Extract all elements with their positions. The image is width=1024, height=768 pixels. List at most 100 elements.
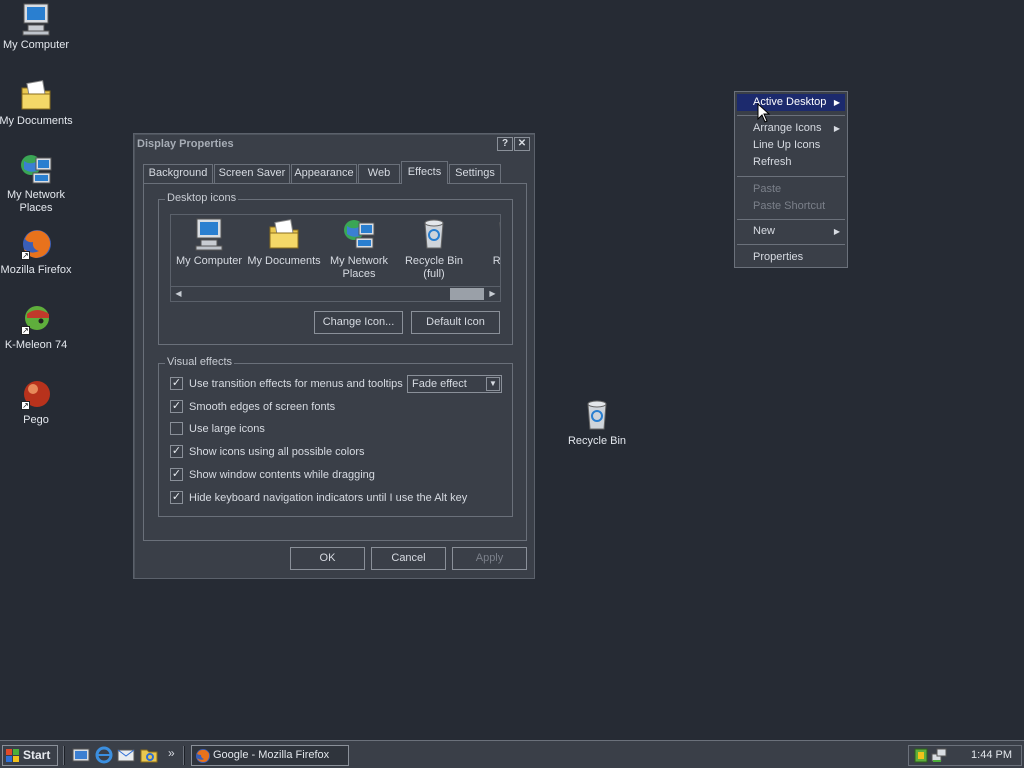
option-label: Use large icons	[189, 423, 265, 435]
shortcut-arrow-icon: ↗	[21, 251, 30, 260]
menu-item-arrange-icons[interactable]: Arrange Icons ▶	[737, 120, 845, 137]
menu-separator	[737, 219, 845, 220]
start-button[interactable]: Start	[2, 745, 58, 766]
scroll-right-icon[interactable]: ▶	[485, 287, 500, 301]
my-computer-icon	[19, 2, 53, 36]
desktop-icon-label: My Documents	[0, 115, 73, 127]
network-connection-icon[interactable]	[931, 748, 947, 763]
taskbar-button-firefox[interactable]: Google - Mozilla Firefox	[191, 745, 349, 766]
option-label: Smooth edges of screen fonts	[189, 401, 336, 413]
desktop-icon-recycle-bin[interactable]: Recycle Bin	[559, 398, 635, 448]
change-icon-button[interactable]: Change Icon...	[314, 311, 403, 334]
menu-item-label: Paste Shortcut	[753, 200, 826, 212]
menu-item-label: Paste	[753, 183, 782, 195]
submenu-arrow-icon: ▶	[833, 227, 840, 236]
menu-item-paste[interactable]: Paste	[737, 181, 845, 198]
apply-button[interactable]: Apply	[452, 547, 527, 570]
tab-settings[interactable]: Settings	[449, 164, 501, 183]
help-button[interactable]: ?	[497, 137, 513, 151]
list-item-label: My Network Places	[329, 255, 389, 280]
menu-item-label: Arrange Icons	[753, 122, 822, 134]
outlook-express-icon[interactable]	[117, 746, 135, 764]
list-item-label: Recycle Bin (full)	[404, 255, 464, 280]
task-label: Google - Mozilla Firefox	[213, 749, 330, 761]
checkbox-checked-icon[interactable]: ✓	[170, 400, 183, 413]
windows-explorer-icon[interactable]	[140, 746, 158, 764]
desktop-icons-list[interactable]: My Computer My Documents My Network Plac…	[170, 214, 501, 302]
visual-effects-group: Visual effects ✓ Use transition effects …	[158, 356, 513, 517]
k-meleon-icon: ↗	[19, 302, 53, 336]
desktop-icon-label: Pego	[23, 414, 49, 426]
list-item-my-network-places[interactable]: My Network Places	[321, 217, 397, 281]
desktop-icon-label: K-Meleon 74	[4, 339, 68, 351]
list-item-my-documents[interactable]: My Documents	[246, 217, 322, 268]
recycle-bin-full-icon	[417, 217, 451, 251]
desktop-icon-label: Recycle Bin	[567, 435, 627, 447]
checkbox-checked-icon[interactable]: ✓	[170, 468, 183, 481]
checkbox-checked-icon[interactable]: ✓	[170, 445, 183, 458]
tab-appearance[interactable]: Appearance	[291, 164, 357, 183]
submenu-arrow-icon: ▶	[833, 98, 840, 107]
desktop-icon-my-documents[interactable]: My Documents	[0, 78, 74, 128]
cancel-button[interactable]: Cancel	[371, 547, 446, 570]
menu-item-active-desktop[interactable]: Active Desktop ▶	[737, 94, 845, 111]
effects-tab-panel: Desktop icons My Computer My Documents M…	[143, 183, 527, 541]
chevron-down-icon[interactable]: ▼	[486, 377, 500, 391]
horizontal-scrollbar[interactable]: ◀ ▶	[171, 286, 500, 301]
my-documents-icon	[19, 78, 53, 112]
menu-item-new[interactable]: New ▶	[737, 223, 845, 240]
quick-launch-overflow-icon[interactable]: »	[168, 746, 175, 760]
checkbox-unchecked-icon[interactable]	[170, 422, 183, 435]
tray-app-icon[interactable]	[914, 748, 928, 763]
pego-icon: ↗	[19, 377, 53, 411]
ok-button[interactable]: OK	[290, 547, 365, 570]
menu-separator	[737, 244, 845, 245]
desktop-icon-my-network-places[interactable]: My Network Places	[0, 152, 74, 215]
recycle-bin-icon	[580, 398, 614, 432]
menu-item-line-up-icons[interactable]: Line Up Icons	[737, 137, 845, 154]
internet-explorer-icon[interactable]	[95, 746, 113, 764]
mouse-cursor-icon	[757, 103, 771, 123]
desktop-icon-label: My Network Places	[6, 189, 66, 214]
desktop-icon-my-computer[interactable]: My Computer	[0, 2, 74, 52]
list-item-recycle-bin-full[interactable]: Recycle Bin (full)	[396, 217, 472, 281]
tab-web[interactable]: Web	[358, 164, 400, 183]
scroll-thumb[interactable]	[450, 288, 484, 300]
close-button[interactable]: ✕	[514, 137, 530, 151]
taskbar: Start » Google - Mozilla Firefox 1:44 PM	[0, 740, 1024, 768]
menu-item-label: Properties	[753, 251, 804, 263]
list-item-my-computer[interactable]: My Computer	[171, 217, 247, 268]
desktop-icon-label: My Computer	[2, 39, 70, 51]
show-desktop-icon[interactable]	[72, 746, 90, 764]
desktop-icon-mozilla-firefox[interactable]: ↗ Mozilla Firefox	[0, 227, 74, 277]
desktop-icon-pego[interactable]: ↗ Pego	[0, 377, 74, 427]
start-label: Start	[23, 748, 51, 762]
tab-effects[interactable]: Effects	[401, 161, 448, 184]
desktop-icon-k-meleon[interactable]: ↗ K-Meleon 74	[0, 302, 74, 352]
menu-item-properties[interactable]: Properties	[737, 249, 845, 266]
option-label: Hide keyboard navigation indicators unti…	[189, 492, 468, 504]
transition-effect-dropdown[interactable]: Fade effect ▼	[407, 375, 502, 393]
menu-separator	[737, 115, 845, 116]
desktop-icons-group: Desktop icons My Computer My Documents M…	[158, 192, 513, 345]
tab-background[interactable]: Background	[143, 164, 213, 183]
option-label: Show window contents while dragging	[189, 469, 375, 481]
desktop-context-menu: Active Desktop ▶ Arrange Icons ▶ Line Up…	[734, 91, 848, 268]
display-properties-dialog: Display Properties ? ✕ Background Screen…	[133, 133, 535, 579]
my-computer-icon	[192, 217, 226, 251]
checkbox-checked-icon[interactable]: ✓	[170, 491, 183, 504]
default-icon-button[interactable]: Default Icon	[411, 311, 500, 334]
list-item-label: Rec (e	[492, 255, 501, 267]
menu-item-paste-shortcut[interactable]: Paste Shortcut	[737, 198, 845, 215]
option-label: Show icons using all possible colors	[189, 446, 365, 458]
scroll-left-icon[interactable]: ◀	[171, 287, 186, 301]
checkbox-checked-icon[interactable]: ✓	[170, 377, 183, 390]
network-places-icon	[19, 152, 53, 186]
dialog-titlebar[interactable]: Display Properties ? ✕	[134, 134, 534, 154]
menu-item-refresh[interactable]: Refresh	[737, 154, 845, 171]
shortcut-arrow-icon: ↗	[21, 401, 30, 410]
tab-screen-saver[interactable]: Screen Saver	[214, 164, 290, 183]
list-item-recycle-bin-empty[interactable]: Rec (e	[471, 217, 501, 268]
list-item-label: My Computer	[175, 255, 243, 267]
dialog-title: Display Properties	[137, 138, 234, 150]
